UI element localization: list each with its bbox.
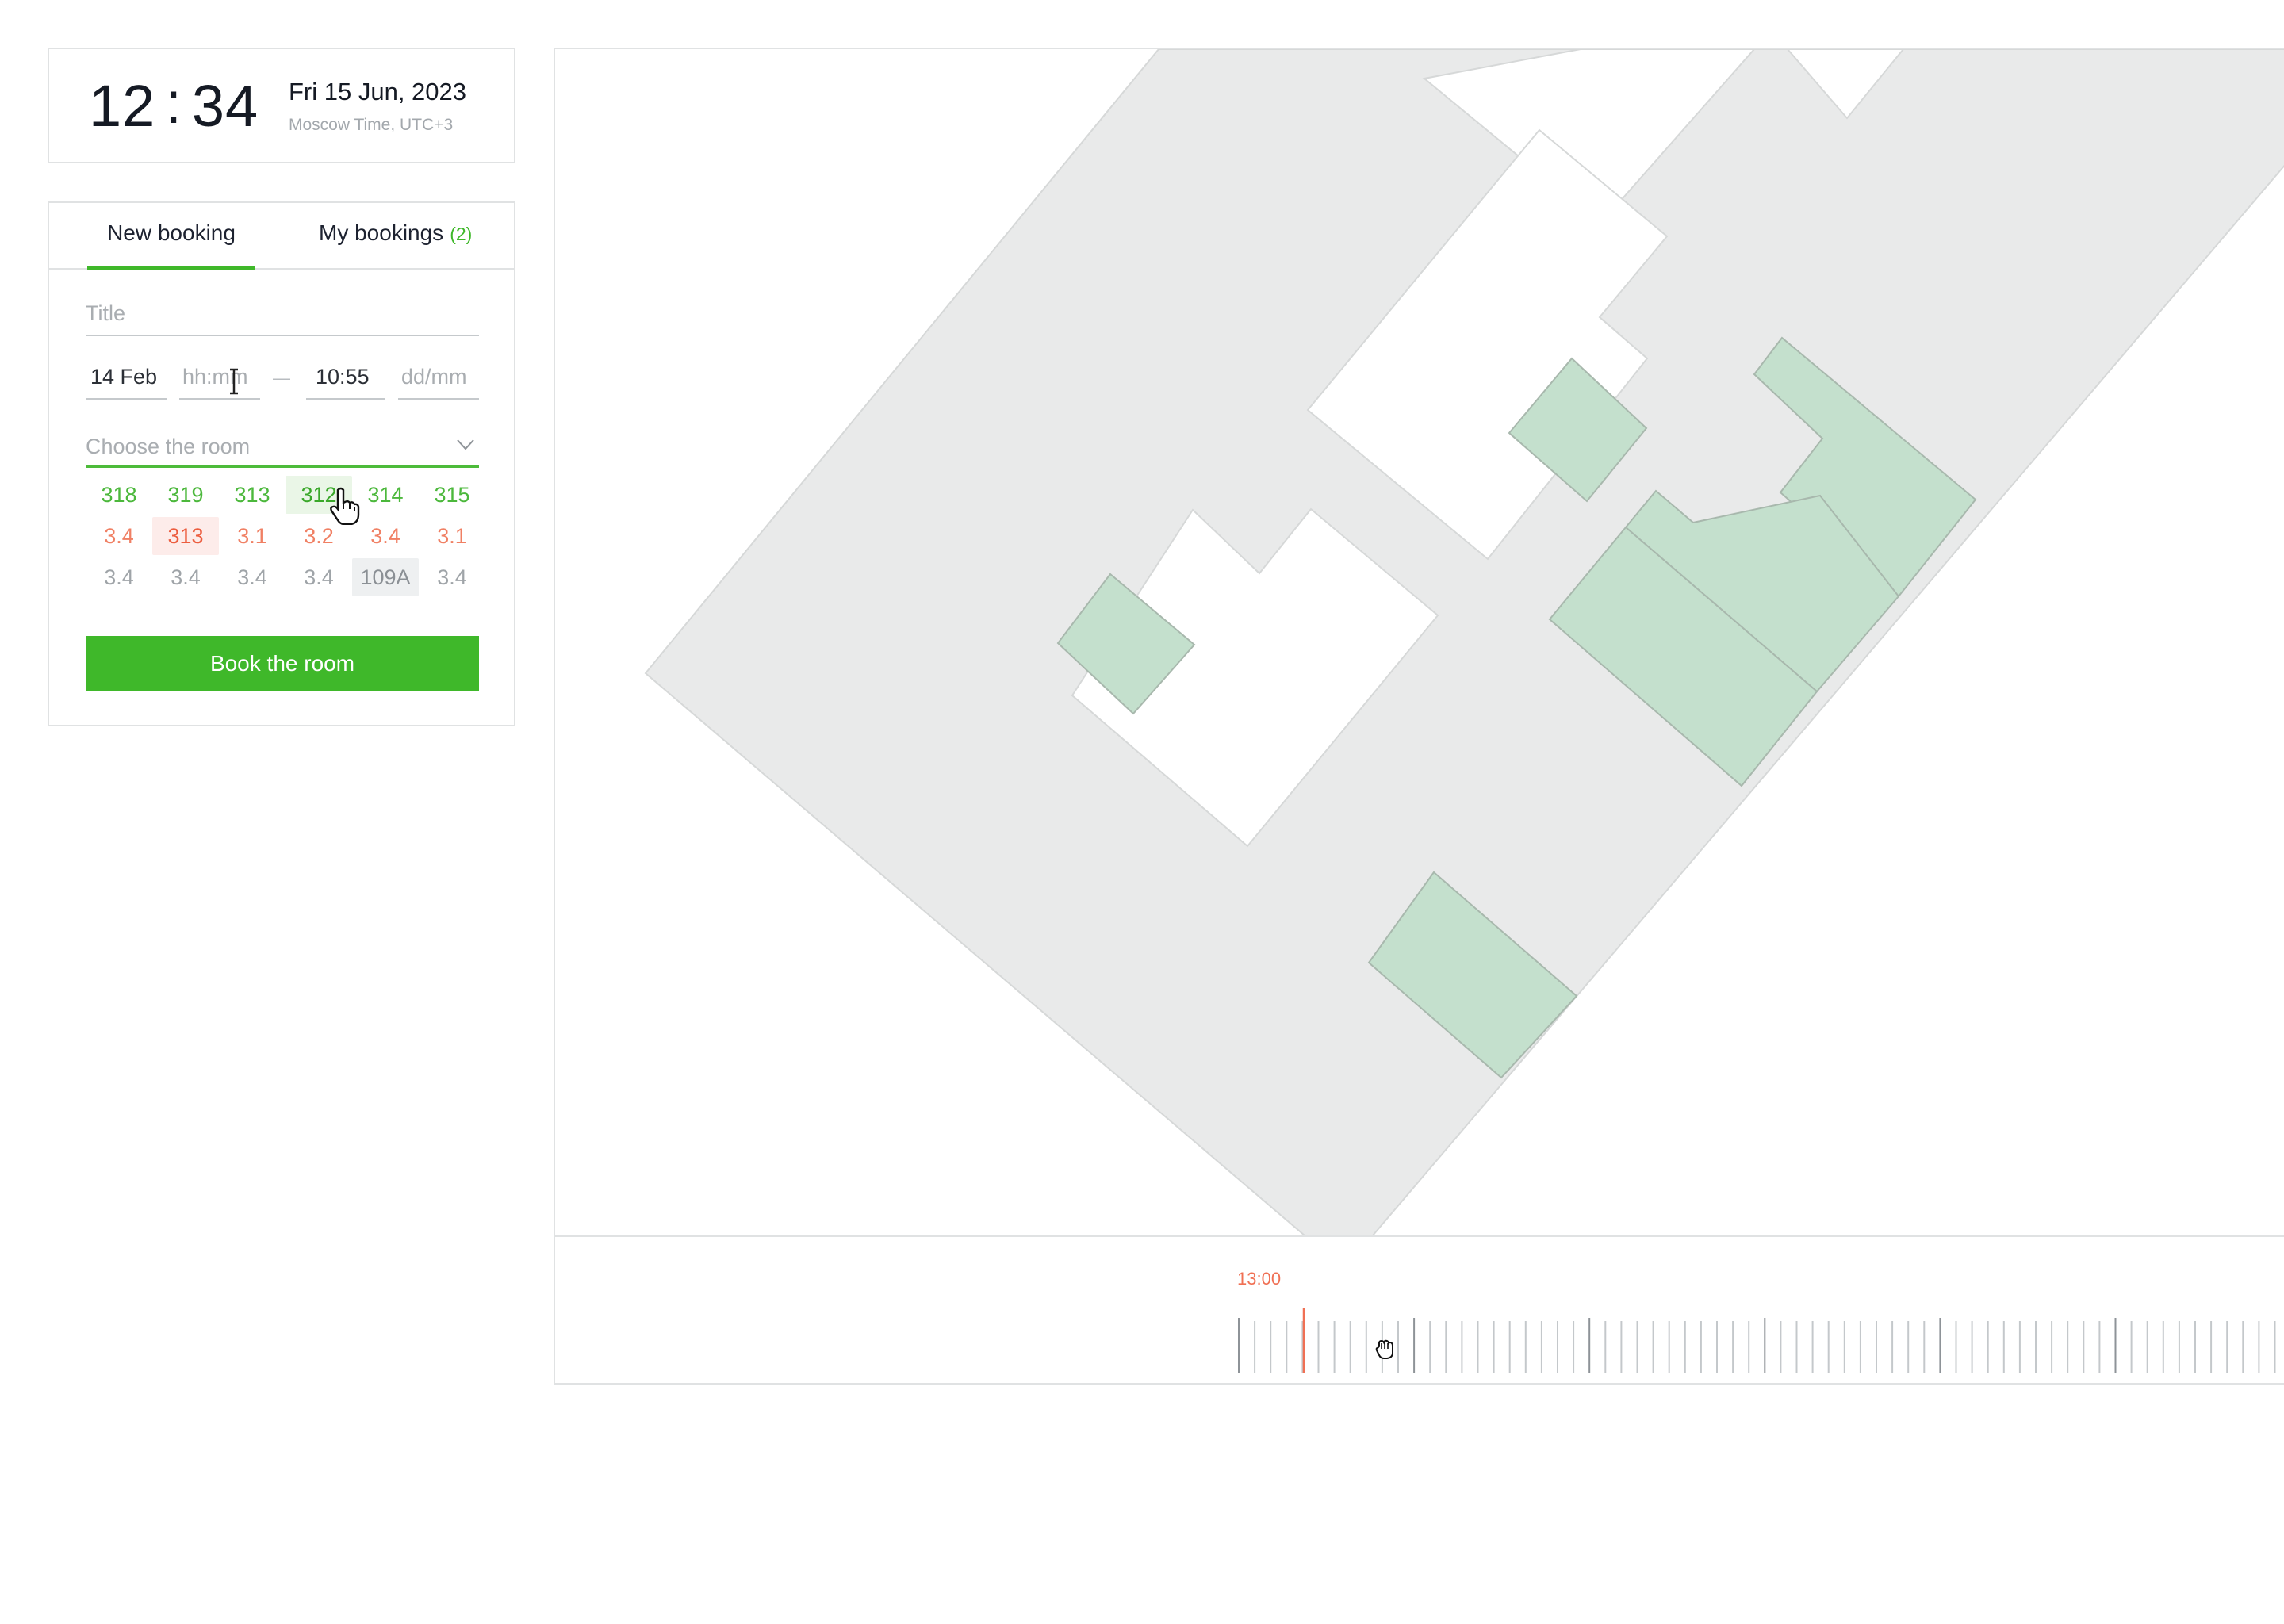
book-room-button[interactable]: Book the room [86,636,479,691]
range-separator: — [273,368,290,388]
tab-new-booking[interactable]: New booking [87,220,255,270]
room-option[interactable]: 3.2 [286,517,352,555]
clock-timezone: Moscow Time, UTC+3 [289,116,454,134]
timeline[interactable]: 13:00 [555,1235,2284,1385]
room-option[interactable]: 319 [152,476,219,514]
room-grid: 318 319 313 312 314 315 3.4 313 3.1 3.2 3.4 3.1 3.4 3… [86,476,485,599]
room-option[interactable]: 314 [352,476,419,514]
end-date-field[interactable] [398,363,479,400]
floor-map[interactable] [555,49,2284,1235]
room-row: 3.4 3.4 3.4 3.4 109A 3.4 [86,558,485,599]
room-option[interactable]: 318 [86,476,152,514]
room-option[interactable]: 109A [352,558,419,596]
chevron-down-icon [457,439,474,450]
room-option[interactable]: 3.4 [86,558,152,596]
booking-tabs: New booking My bookings (2) [49,203,514,270]
tab-new-booking-label: New booking [107,220,236,245]
room-option[interactable]: 3.1 [419,517,485,555]
timeline-ticks[interactable] [555,1237,2284,1386]
room-option[interactable]: 3.4 [86,517,152,555]
booking-card: New booking My bookings (2) — Choose the … [48,201,515,726]
room-option[interactable]: 3.4 [352,517,419,555]
start-time-field[interactable] [179,363,260,400]
clock-time: 12:34 [89,70,259,140]
room-select-placeholder: Choose the room [86,435,251,458]
room-option[interactable]: 315 [419,476,485,514]
room-row: 3.4 313 3.1 3.2 3.4 3.1 [86,517,485,558]
room-option[interactable]: 3.4 [286,558,352,596]
clock-hours: 12 [89,73,156,139]
room-select[interactable]: Choose the room [86,428,479,468]
room-option[interactable]: 3.1 [219,517,286,555]
clock-colon: : [165,70,182,136]
start-date-field[interactable] [86,363,167,400]
tab-my-bookings-label: My bookings [319,220,444,245]
room-option[interactable]: 312 [286,476,352,514]
clock-card: 12:34 Fri 15 Jun, 2023 Moscow Time, UTC+… [48,48,515,163]
map-panel: 13:00 [554,48,2284,1385]
clock-minutes: 34 [191,73,259,139]
tab-my-bookings[interactable]: My bookings (2) [319,220,472,268]
title-input[interactable] [86,300,479,336]
room-option[interactable]: 3.4 [152,558,219,596]
room-option[interactable]: 3.4 [419,558,485,596]
end-time-field[interactable] [306,363,385,400]
room-option[interactable]: 313 [219,476,286,514]
room-option[interactable]: 3.4 [219,558,286,596]
room-option[interactable]: 313 [152,517,219,555]
room-row: 318 319 313 312 314 315 [86,476,485,517]
clock-date: Fri 15 Jun, 2023 [289,78,467,105]
my-bookings-count-badge: (2) [450,224,473,244]
